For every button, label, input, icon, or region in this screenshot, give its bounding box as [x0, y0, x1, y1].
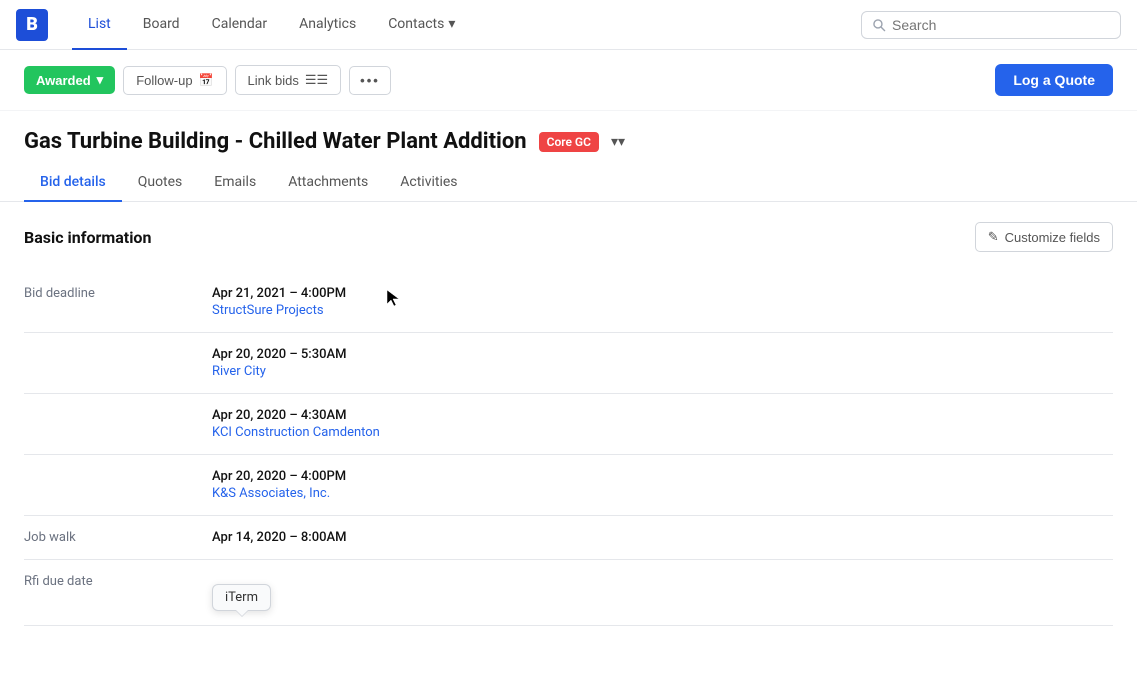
customize-fields-button[interactable]: ✎ Customize fields [975, 222, 1113, 252]
company-1[interactable]: StructSure Projects [212, 303, 1105, 318]
link-bids-button[interactable]: Link bids ☰ [235, 65, 342, 95]
list-icon: ☰ [305, 72, 328, 88]
project-title: Gas Turbine Building - Chilled Water Pla… [24, 129, 527, 154]
info-table: Bid deadline Apr 21, 2021 – 4:00PM Struc… [24, 272, 1113, 626]
core-gc-badge: Core GC [539, 132, 599, 152]
tab-attachments[interactable]: Attachments [272, 164, 384, 202]
section-header: Basic information ✎ Customize fields [24, 222, 1113, 252]
empty-label-3 [24, 455, 204, 516]
company-2[interactable]: River City [212, 364, 1105, 379]
nav-list[interactable]: List [72, 0, 127, 50]
tab-emails[interactable]: Emails [198, 164, 272, 202]
nav-analytics[interactable]: Analytics [283, 0, 372, 50]
awarded-button[interactable]: Awarded [24, 66, 115, 94]
tab-quotes[interactable]: Quotes [122, 164, 199, 202]
page-wrapper: B List Board Calendar Analytics Contacts… [0, 0, 1137, 693]
tab-activities[interactable]: Activities [384, 164, 473, 202]
date-time-2: Apr 20, 2020 – 5:30AM [212, 347, 1105, 362]
table-row: Apr 20, 2020 – 4:30AM KCI Construction C… [24, 394, 1113, 455]
awarded-chevron-icon [97, 72, 104, 88]
search-area[interactable] [861, 11, 1121, 39]
contacts-chevron-icon [448, 16, 455, 32]
toolbar-left: Awarded Follow-up 📅 Link bids ☰ ••• [24, 65, 391, 95]
table-row: Apr 20, 2020 – 4:00PM K&S Associates, In… [24, 455, 1113, 516]
table-row: Rfi due date iTerm [24, 560, 1113, 626]
toolbar: Awarded Follow-up 📅 Link bids ☰ ••• Log … [0, 50, 1137, 111]
log-quote-button[interactable]: Log a Quote [995, 64, 1113, 96]
pencil-icon: ✎ [988, 229, 999, 245]
nav-contacts[interactable]: Contacts [372, 0, 471, 50]
follow-up-button[interactable]: Follow-up 📅 [123, 66, 226, 95]
project-badge-chevron-icon[interactable]: ▾ [611, 134, 625, 150]
logo-area: B [16, 9, 48, 41]
job-walk-label: Job walk [24, 516, 204, 560]
iterm-tooltip: iTerm [212, 584, 271, 611]
more-button[interactable]: ••• [349, 66, 391, 95]
date-time-3: Apr 20, 2020 – 4:30AM [212, 408, 1105, 423]
search-input[interactable] [892, 17, 1110, 33]
bid-deadline-entry-1: Apr 21, 2021 – 4:00PM StructSure Project… [204, 272, 1113, 333]
top-nav: B List Board Calendar Analytics Contacts [0, 0, 1137, 50]
more-icon: ••• [360, 73, 380, 88]
app-logo: B [16, 9, 48, 41]
job-walk-entry: Apr 14, 2020 – 8:00AM [204, 516, 1113, 560]
tab-bid-details[interactable]: Bid details [24, 164, 122, 202]
bid-deadline-label: Bid deadline [24, 272, 204, 333]
section-title: Basic information [24, 228, 151, 247]
table-row: Apr 20, 2020 – 5:30AM River City [24, 333, 1113, 394]
table-row: Bid deadline Apr 21, 2021 – 4:00PM Struc… [24, 272, 1113, 333]
empty-label-2 [24, 394, 204, 455]
job-walk-date: Apr 14, 2020 – 8:00AM [212, 530, 1105, 545]
bid-deadline-entry-2: Apr 20, 2020 – 5:30AM River City [204, 333, 1113, 394]
bid-deadline-entry-4: Apr 20, 2020 – 4:00PM K&S Associates, In… [204, 455, 1113, 516]
nav-links: List Board Calendar Analytics Contacts [72, 0, 861, 50]
nav-board[interactable]: Board [127, 0, 196, 50]
calendar-icon: 📅 [199, 73, 214, 87]
table-row: Job walk Apr 14, 2020 – 8:00AM [24, 516, 1113, 560]
project-header: Gas Turbine Building - Chilled Water Pla… [0, 111, 1137, 164]
bid-deadline-entry-3: Apr 20, 2020 – 4:30AM KCI Construction C… [204, 394, 1113, 455]
search-icon [872, 18, 886, 32]
nav-calendar[interactable]: Calendar [196, 0, 284, 50]
date-time-1: Apr 21, 2021 – 4:00PM [212, 286, 1105, 301]
company-4[interactable]: K&S Associates, Inc. [212, 486, 1105, 501]
empty-label-1 [24, 333, 204, 394]
content: Basic information ✎ Customize fields Bid… [0, 202, 1137, 646]
date-time-4: Apr 20, 2020 – 4:00PM [212, 469, 1105, 484]
tabs: Bid details Quotes Emails Attachments Ac… [0, 164, 1137, 202]
company-3[interactable]: KCI Construction Camdenton [212, 425, 1105, 440]
rfi-due-date-label: Rfi due date [24, 560, 204, 626]
rfi-due-date-entry: iTerm [204, 560, 1113, 626]
